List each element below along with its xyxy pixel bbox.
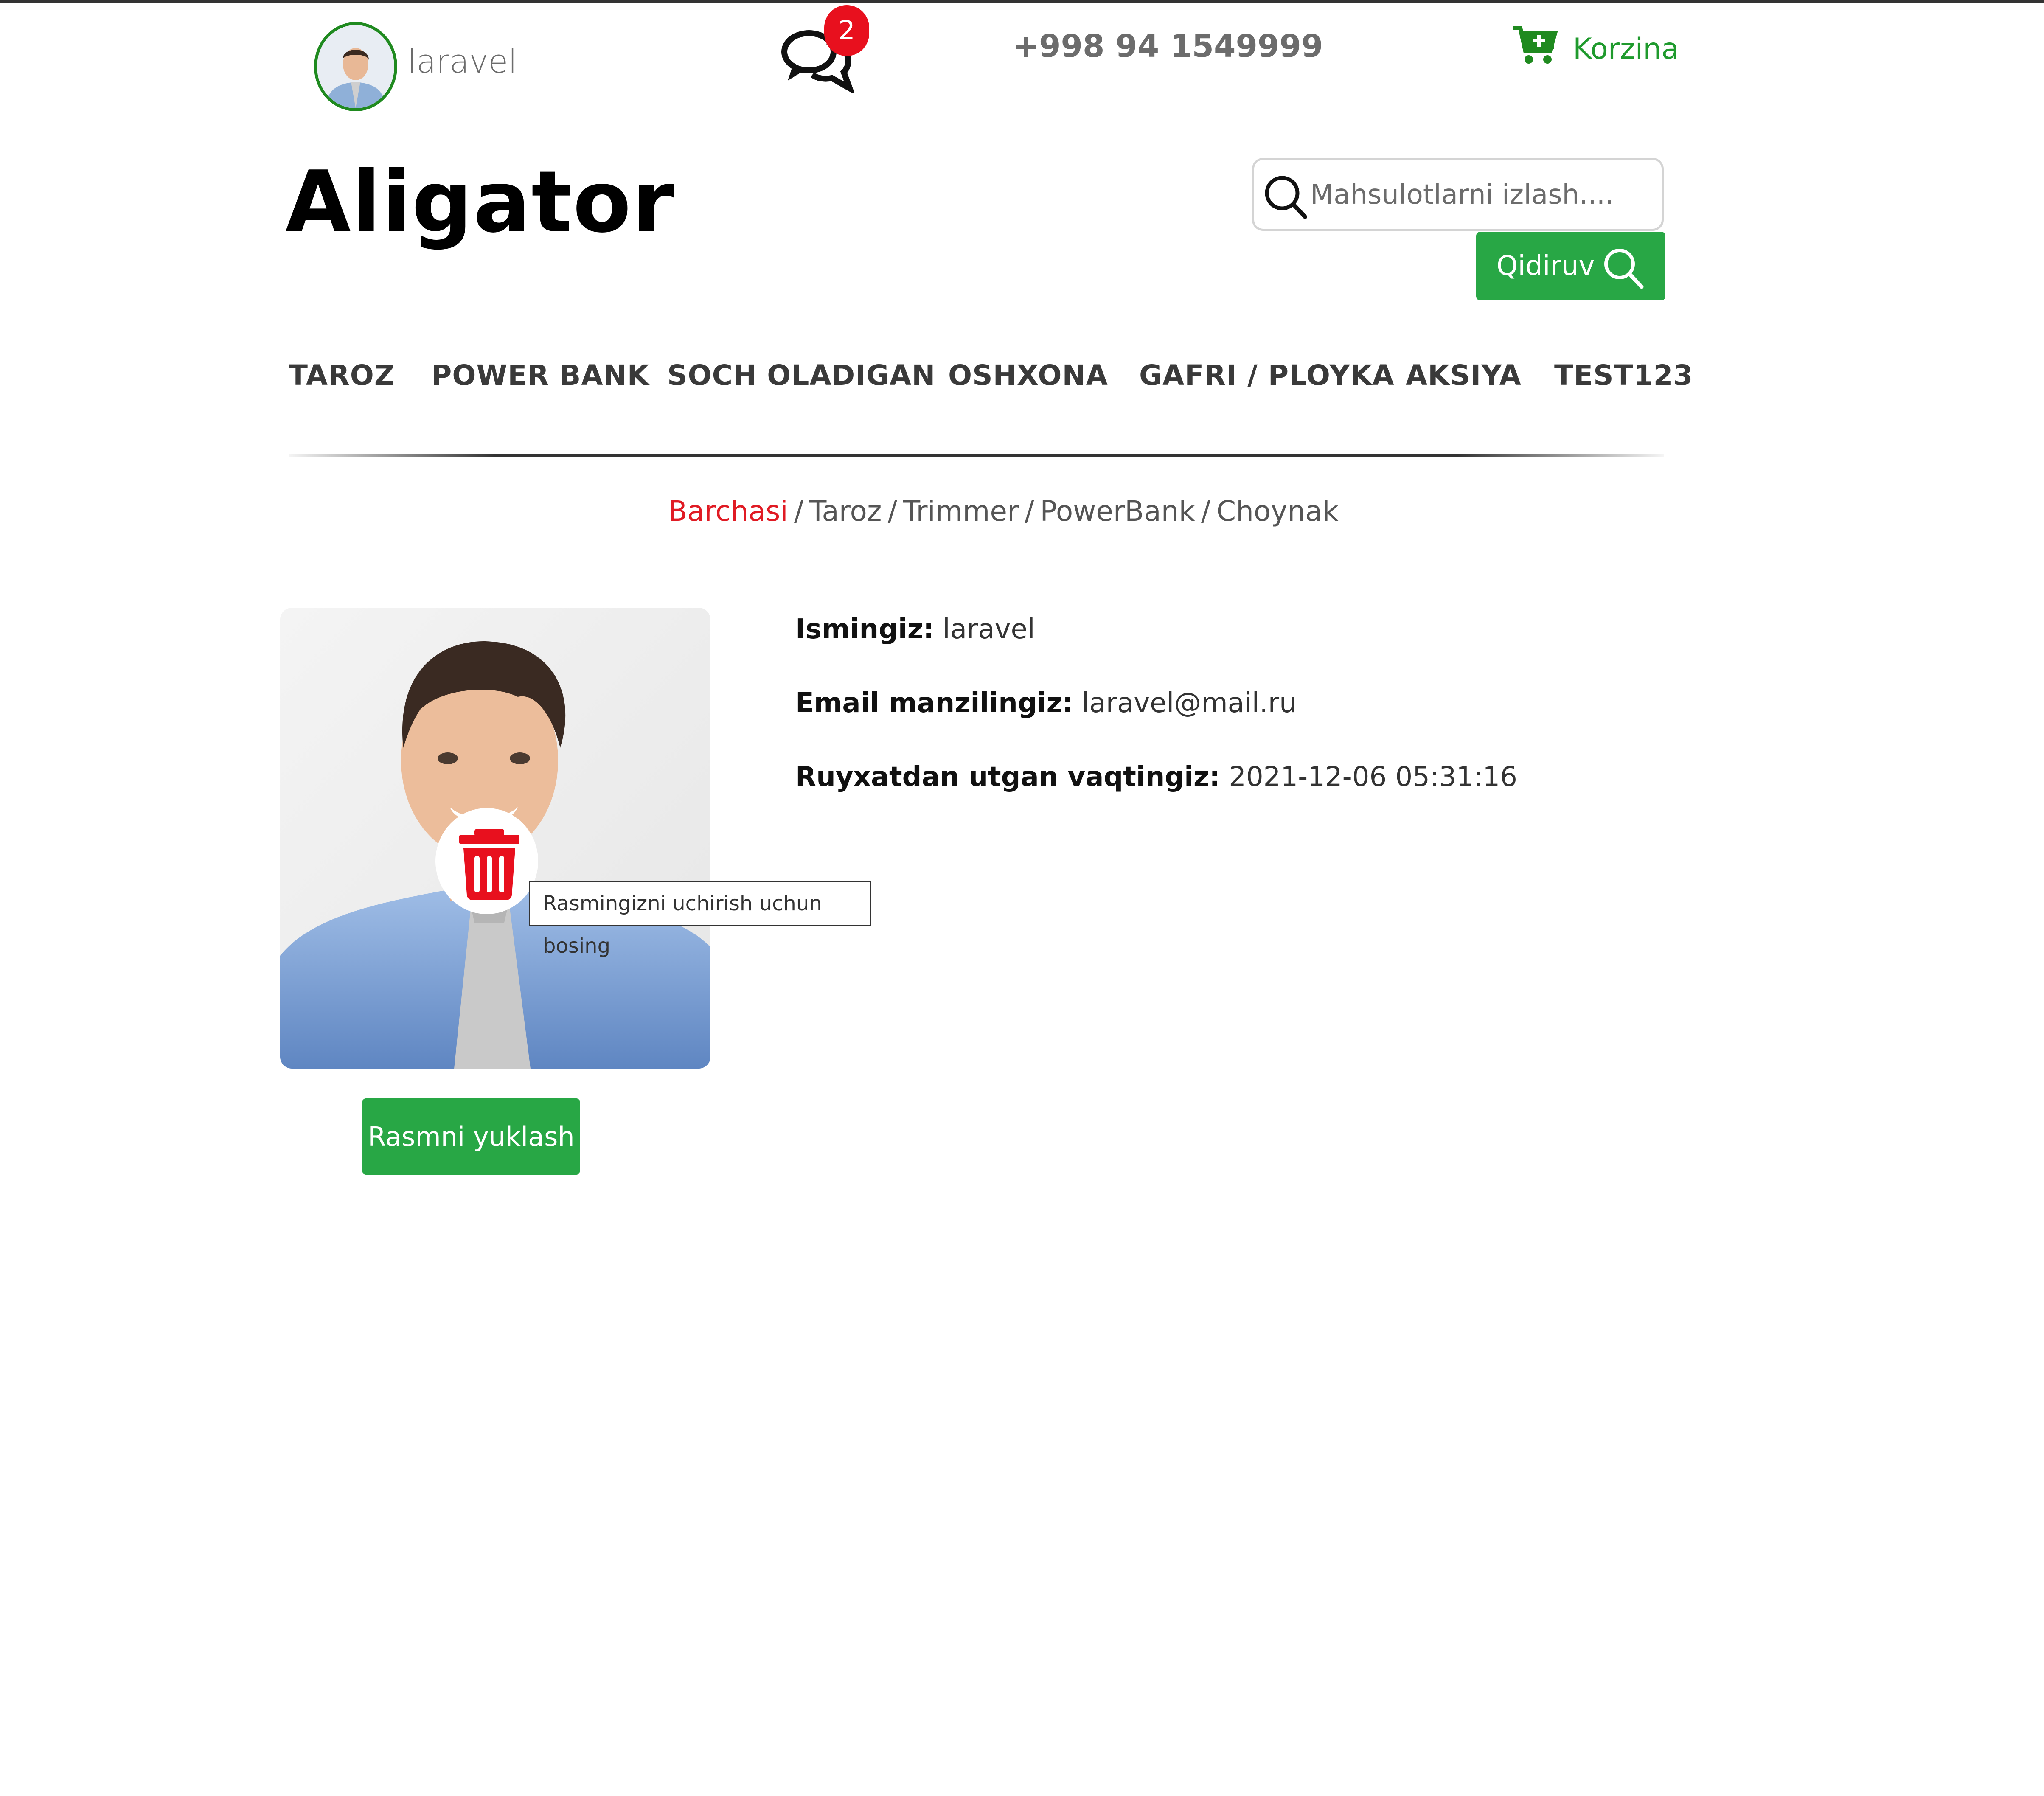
nav-item-power-bank[interactable]: POWER BANK: [431, 359, 649, 392]
search-field[interactable]: [1252, 158, 1664, 231]
delete-photo-tooltip: Rasmingizni uchirish uchun bosing: [529, 881, 871, 958]
info-registered-value: 2021-12-06 05:31:16: [1229, 761, 1517, 793]
upload-photo-button[interactable]: Rasmni yuklash: [362, 1098, 580, 1175]
info-email-value: laravel@mail.ru: [1081, 688, 1297, 719]
breadcrumb-item-taroz[interactable]: Taroz: [809, 495, 882, 528]
search-icon: [1604, 249, 1644, 289]
nav-item-aksiya[interactable]: AKSIYA: [1406, 359, 1522, 392]
breadcrumb-item-barchasi[interactable]: Barchasi: [668, 495, 788, 528]
avatar-portrait-icon: [317, 25, 394, 108]
trash-icon: [459, 829, 519, 900]
info-registered-row: Ruyxatdan utgan vaqtingiz: 2021-12-06 05…: [795, 761, 1517, 793]
info-name-label: Ismingiz:: [795, 614, 934, 645]
info-email-label: Email manzilingiz:: [795, 688, 1073, 719]
nav-item-taroz[interactable]: TAROZ: [289, 359, 395, 392]
avatar[interactable]: [314, 22, 397, 111]
search-icon: [1265, 176, 1307, 219]
user-name[interactable]: laravel: [407, 42, 517, 80]
chat-badge: 2: [824, 5, 869, 56]
cart-plus-icon[interactable]: [1511, 24, 1558, 66]
window-top-border: [0, 0, 2044, 3]
breadcrumb: Barchasi / Taroz / Trimmer / PowerBank / Choynak: [668, 495, 1339, 528]
search-input[interactable]: [1309, 168, 1651, 221]
info-name-row: Ismingiz: laravel: [795, 614, 1035, 645]
nav-item-soch-oladigan[interactable]: SOCH OLADIGAN: [667, 359, 935, 392]
nav-item-oshxona[interactable]: OSHXONA: [948, 359, 1108, 392]
search-button[interactable]: Qidiruv: [1476, 232, 1665, 300]
info-registered-label: Ruyxatdan utgan vaqtingiz:: [795, 761, 1220, 793]
cart-link[interactable]: Korzina: [1573, 32, 1679, 66]
category-nav: TAROZ POWER BANK SOCH OLADIGAN OSHXONA G…: [0, 359, 2044, 397]
breadcrumb-separator: /: [794, 495, 803, 528]
breadcrumb-item-trimmer[interactable]: Trimmer: [903, 495, 1019, 528]
breadcrumb-separator: /: [1025, 495, 1034, 528]
delete-photo-button[interactable]: [435, 808, 538, 914]
info-name-value: laravel: [943, 614, 1035, 645]
breadcrumb-separator: /: [887, 495, 897, 528]
nav-item-gafri-ployka[interactable]: GAFRI / PLOYKA: [1139, 359, 1395, 392]
breadcrumb-item-powerbank[interactable]: PowerBank: [1040, 495, 1195, 528]
info-email-row: Email manzilingiz: laravel@mail.ru: [795, 688, 1297, 719]
brand-logo[interactable]: Aligator: [285, 153, 675, 252]
breadcrumb-item-choynak[interactable]: Choynak: [1216, 495, 1339, 528]
nav-item-test123[interactable]: TEST123: [1554, 359, 1693, 392]
phone-number: +998 94 1549999: [1013, 28, 1323, 65]
search-button-label: Qidiruv: [1496, 250, 1595, 282]
nav-divider: [289, 454, 1664, 457]
breadcrumb-separator: /: [1201, 495, 1210, 528]
